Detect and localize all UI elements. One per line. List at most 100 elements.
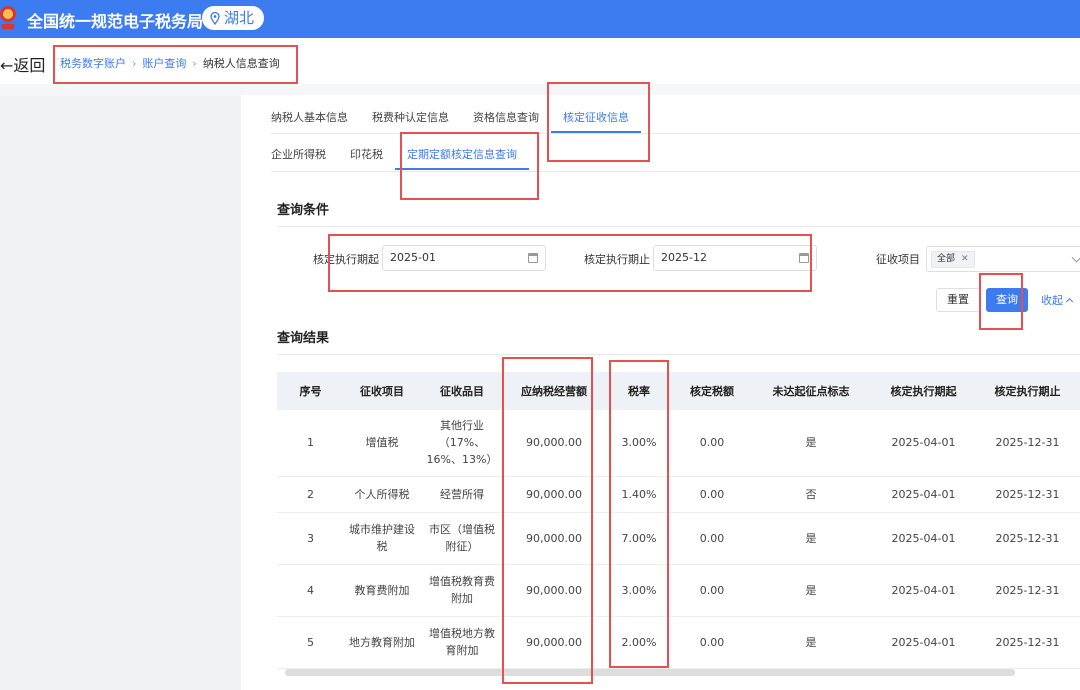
header-threshold-flag: 未达起征点标志	[750, 372, 872, 410]
table-row: 4 教育费附加 增值税教育费附加 90,000.00 3.00% 0.00 是 …	[277, 564, 1080, 617]
tab-tax-type[interactable]: 税费种认定信息	[360, 105, 461, 131]
cell-seq: 1	[277, 410, 344, 477]
cell-taxable-revenue: 90,000.00	[504, 476, 604, 513]
cell-period-start: 2025-04-01	[872, 564, 975, 617]
selected-tag: 全部 ✕	[931, 251, 975, 268]
cell-period-end: 2025-12-31	[975, 476, 1080, 513]
cell-period-end: 2025-12-31	[975, 564, 1080, 617]
chevron-down-icon	[1071, 252, 1080, 263]
breadcrumb-item-account-query[interactable]: 账户查询	[142, 55, 186, 71]
tab-assessed-collection[interactable]: 核定征收信息	[551, 105, 641, 133]
cell-period-end: 2025-12-31	[975, 410, 1080, 477]
cell-assessed-tax: 0.00	[674, 564, 750, 617]
cell-taxable-revenue: 90,000.00	[504, 410, 604, 477]
main-panel: 纳税人基本信息 税费种认定信息 资格信息查询 核定征收信息 企业所得税 印花税 …	[241, 95, 1080, 690]
close-icon[interactable]: ✕	[961, 252, 969, 267]
subtabs-divider	[271, 171, 1080, 172]
results-divider	[277, 354, 1080, 355]
query-button[interactable]: 查询	[986, 288, 1028, 312]
cell-seq: 2	[277, 476, 344, 513]
end-period-label: 核定执行期止	[584, 253, 650, 266]
selected-tag-label: 全部	[937, 254, 956, 264]
cell-threshold-flag: 是	[750, 564, 872, 617]
start-period-value: 2025-01	[390, 251, 436, 264]
cell-period-start: 2025-04-01	[872, 476, 975, 513]
cell-collection-item: 城市维护建设税	[344, 512, 420, 565]
region-selector[interactable]: 湖北	[202, 6, 265, 30]
cell-threshold-flag: 是	[750, 616, 872, 669]
tab-qualification[interactable]: 资格信息查询	[461, 105, 551, 131]
header-collection-item: 征收项目	[344, 372, 420, 410]
collapse-label: 收起	[1041, 294, 1063, 307]
tab-stamp-tax[interactable]: 印花税	[338, 142, 395, 168]
query-section-title: 查询条件	[277, 203, 330, 218]
cell-taxable-revenue: 90,000.00	[504, 564, 604, 617]
cell-tax-rate: 3.00%	[604, 410, 674, 477]
results-section-title: 查询结果	[277, 331, 330, 346]
cell-threshold-flag: 否	[750, 476, 872, 513]
calendar-icon	[528, 253, 538, 263]
top-bar: 全国统一规范电子税务局 湖北	[0, 0, 1080, 38]
tab-fixed-quota-query[interactable]: 定期定额核定信息查询	[395, 142, 529, 170]
cell-seq: 4	[277, 564, 344, 617]
tab-corporate-income-tax[interactable]: 企业所得税	[271, 142, 338, 168]
header-assessed-tax: 核定税额	[674, 372, 750, 410]
cell-seq: 3	[277, 512, 344, 565]
breadcrumb: 税务数字账户 › 账户查询 › 纳税人信息查询	[60, 55, 280, 71]
header-period-end: 核定执行期止	[975, 372, 1080, 410]
cell-period-end: 2025-12-31	[975, 616, 1080, 669]
cell-threshold-flag: 是	[750, 410, 872, 477]
cell-period-start: 2025-04-01	[872, 410, 975, 477]
collection-item-label: 征收项目	[876, 253, 920, 266]
start-period-input[interactable]: 2025-01	[382, 245, 546, 271]
cell-collection-item: 教育费附加	[344, 564, 420, 617]
cell-collection-item: 个人所得税	[344, 476, 420, 513]
calendar-icon	[799, 253, 809, 263]
chevron-up-icon	[1065, 297, 1074, 306]
secondary-tabs: 企业所得税 印花税 定期定额核定信息查询	[271, 142, 529, 170]
header-tax-rate: 税率	[604, 372, 674, 410]
query-divider	[277, 226, 1080, 227]
header-seq: 序号	[277, 372, 344, 410]
left-pane	[0, 95, 241, 690]
chevron-right-icon: ›	[192, 56, 197, 70]
header-collection-category: 征收品目	[420, 372, 504, 410]
cell-collection-category: 增值税教育费附加	[420, 564, 504, 617]
cell-assessed-tax: 0.00	[674, 410, 750, 477]
end-period-input[interactable]: 2025-12	[653, 245, 817, 271]
cell-period-start: 2025-04-01	[872, 512, 975, 565]
chevron-right-icon: ›	[132, 56, 137, 70]
table-row: 3 城市维护建设税 市区（增值税附征） 90,000.00 7.00% 0.00…	[277, 512, 1080, 565]
tab-basic-info[interactable]: 纳税人基本信息	[271, 105, 360, 131]
primary-tabs: 纳税人基本信息 税费种认定信息 资格信息查询 核定征收信息	[271, 105, 641, 133]
cell-collection-category: 增值税地方教育附加	[420, 616, 504, 669]
table-row: 1 增值税 其他行业（17%、16%、13%） 90,000.00 3.00% …	[277, 410, 1080, 477]
cell-threshold-flag: 是	[750, 512, 872, 565]
cell-tax-rate: 3.00%	[604, 564, 674, 617]
site-title: 全国统一规范电子税务局	[27, 12, 204, 31]
cell-taxable-revenue: 90,000.00	[504, 616, 604, 669]
tax-emblem-icon	[0, 6, 16, 29]
cell-collection-category: 市区（增值税附征）	[420, 512, 504, 565]
table-row: 5 地方教育附加 增值税地方教育附加 90,000.00 2.00% 0.00 …	[277, 616, 1080, 669]
cell-assessed-tax: 0.00	[674, 512, 750, 565]
collapse-toggle[interactable]: 收起	[1041, 292, 1074, 308]
header-taxable-revenue: 应纳税经营额	[504, 372, 604, 410]
cell-collection-item: 地方教育附加	[344, 616, 420, 669]
table-header-row: 序号 征收项目 征收品目 应纳税经营额 税率 核定税额 未达起征点标志 核定执行…	[277, 372, 1080, 410]
results-table: 序号 征收项目 征收品目 应纳税经营额 税率 核定税额 未达起征点标志 核定执行…	[277, 372, 1080, 669]
cell-period-start: 2025-04-01	[872, 616, 975, 669]
region-label: 湖北	[224, 9, 255, 27]
reset-button[interactable]: 重置	[936, 288, 980, 312]
cell-taxable-revenue: 90,000.00	[504, 512, 604, 565]
cell-collection-item: 增值税	[344, 410, 420, 477]
collection-item-select[interactable]: 全部 ✕	[926, 246, 1080, 272]
location-icon	[210, 11, 220, 25]
cell-seq: 5	[277, 616, 344, 669]
horizontal-scrollbar[interactable]	[285, 669, 1015, 676]
back-button[interactable]: ←返回	[0, 52, 45, 76]
breadcrumb-item-tax-account[interactable]: 税务数字账户	[60, 55, 126, 71]
header-period-start: 核定执行期起	[872, 372, 975, 410]
cell-tax-rate: 2.00%	[604, 616, 674, 669]
cell-tax-rate: 7.00%	[604, 512, 674, 565]
